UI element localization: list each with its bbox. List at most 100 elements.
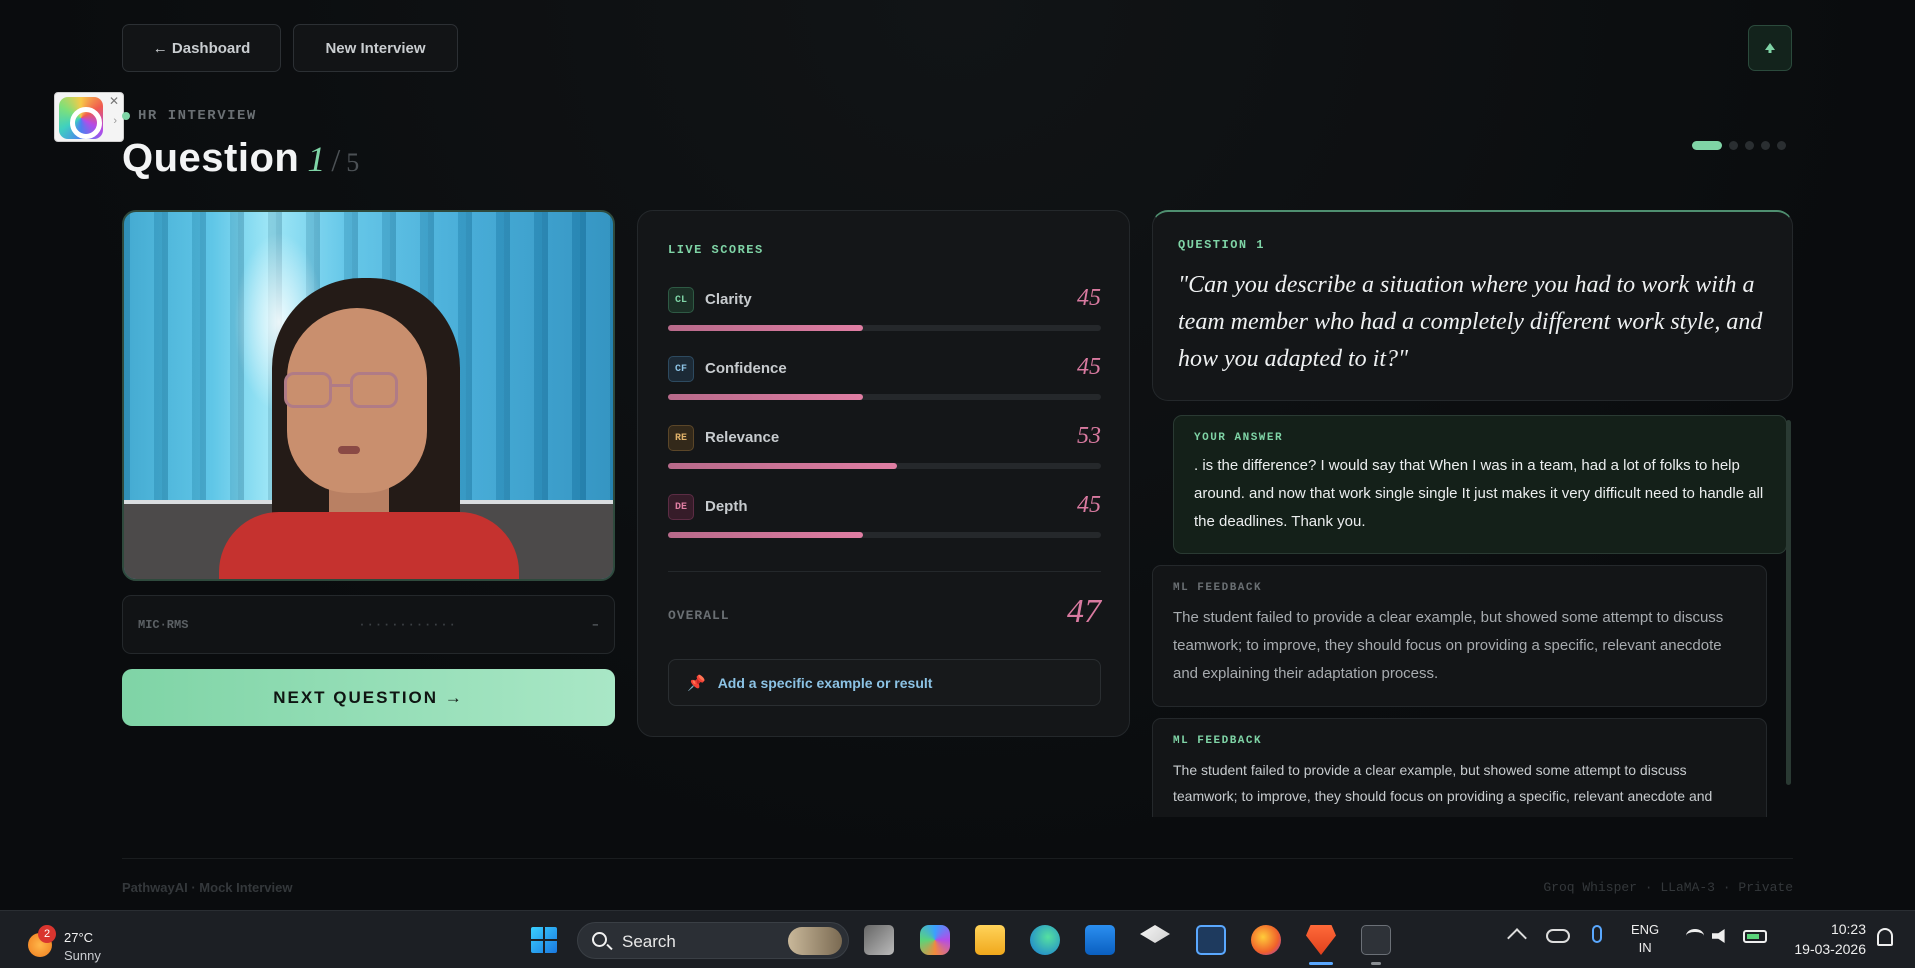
webcam-preview <box>122 210 615 581</box>
microsoft-store-icon[interactable] <box>1085 925 1115 955</box>
title-slash: / <box>331 142 341 178</box>
clock-time: 10:23 <box>1830 921 1866 937</box>
title-word: Question <box>122 136 300 180</box>
footer-tech: Groq Whisper · LLaMA-3 · Private <box>1543 880 1793 895</box>
mic-meter-bar: ············ <box>358 617 457 632</box>
score-value: 53 <box>1077 423 1101 449</box>
search-label: Search <box>622 932 676 951</box>
chevron-right-icon[interactable]: › <box>113 115 117 127</box>
search-highlight-image <box>788 927 842 955</box>
interview-type-label: HR INTERVIEW <box>122 108 257 124</box>
region-code: IN <box>1638 940 1652 955</box>
arrow-up-icon <box>1765 43 1775 53</box>
temperature: 27°C <box>64 930 94 945</box>
pin-icon: 📌 <box>687 674 706 692</box>
interview-app: ← Dashboard New Interview ✕ › HR INTERVI… <box>0 0 1915 910</box>
score-name: Depth <box>705 498 748 515</box>
score-track <box>668 394 1101 400</box>
answer-feedback-feed[interactable]: YOUR ANSWER . is the difference? I would… <box>1152 415 1788 817</box>
language-code: ENG <box>1631 922 1660 937</box>
improvement-tip: 📌 Add a specific example or result <box>668 659 1101 706</box>
notification-bell-icon[interactable] <box>1877 928 1893 946</box>
score-fill <box>668 325 863 331</box>
new-interview-button[interactable]: New Interview <box>293 24 458 72</box>
task-view-icon[interactable] <box>864 925 894 955</box>
feedback-text: The student failed to provide a clear ex… <box>1173 762 1713 817</box>
language-indicator[interactable]: ENG IN <box>1631 921 1659 957</box>
edge-browser-icon[interactable] <box>1030 925 1060 955</box>
copilot-icon[interactable] <box>920 925 950 955</box>
question-total: 5 <box>346 148 360 177</box>
next-question-button[interactable]: NEXT QUESTION → <box>122 669 615 726</box>
score-track <box>668 325 1101 331</box>
firefox-icon[interactable] <box>1251 925 1281 955</box>
floating-app-widget[interactable]: ✕ › <box>54 92 124 142</box>
windows-taskbar: 2 27°C Sunny Search ENG IN 10:23 19-03-2… <box>0 910 1915 968</box>
answer-text: . is the difference? I would say that Wh… <box>1194 457 1764 530</box>
tip-text: Add a specific example or result <box>717 674 933 691</box>
score-name: Confidence <box>705 360 787 377</box>
answer-card: YOUR ANSWER . is the difference? I would… <box>1173 415 1787 554</box>
live-scores-heading: LIVE SCORES <box>668 243 764 257</box>
system-clock[interactable]: 10:23 19-03-2026 <box>1788 919 1866 959</box>
footer-brand: PathwayAI · Mock Interview <box>122 880 293 895</box>
live-scores-panel: LIVE SCORES CL Clarity 45 CF Confidence 45 RE R… <box>637 210 1130 737</box>
score-track <box>668 532 1101 538</box>
progress-dot <box>1777 141 1786 150</box>
mic-label: MIC·RMS <box>138 617 189 632</box>
microphone-icon[interactable] <box>1592 925 1602 943</box>
score-row-relevance: RE Relevance 53 <box>668 423 1101 475</box>
question-current: 1 <box>307 139 326 179</box>
score-name: Relevance <box>705 429 780 446</box>
score-badge: CL <box>668 287 694 313</box>
close-icon[interactable]: ✕ <box>109 94 119 108</box>
interview-type-text: HR INTERVIEW <box>138 108 257 124</box>
active-app-indicator <box>1309 962 1333 965</box>
dropbox-icon[interactable] <box>1140 925 1170 943</box>
overall-score: 47 <box>1067 593 1101 630</box>
feedback-label: ML FEEDBACK <box>1173 735 1263 747</box>
feed-scrollbar[interactable] <box>1786 420 1791 785</box>
status-dot-icon <box>122 112 130 120</box>
app-logo-icon <box>59 97 103 139</box>
feedback-text: The student failed to provide a clear ex… <box>1173 609 1724 682</box>
volume-icon[interactable] <box>1712 929 1725 943</box>
score-fill <box>668 532 863 538</box>
progress-dot <box>1761 141 1770 150</box>
taskbar-search[interactable]: Search <box>577 922 849 959</box>
score-fill <box>668 394 863 400</box>
score-badge: RE <box>668 425 694 451</box>
mic-value: – <box>591 617 599 632</box>
scroll-top-button[interactable] <box>1748 25 1792 71</box>
score-row-depth: DE Depth 45 <box>668 492 1101 544</box>
mic-level-meter: MIC·RMS ············ – <box>122 595 615 654</box>
clock-date: 19-03-2026 <box>1794 941 1866 957</box>
feedback-label: ML FEEDBACK <box>1173 582 1263 594</box>
chevron-up-icon[interactable] <box>1507 928 1527 948</box>
code-editor-icon[interactable] <box>1196 925 1226 955</box>
battery-icon[interactable] <box>1743 930 1767 943</box>
score-badge: DE <box>668 494 694 520</box>
cloud-off-icon[interactable] <box>1546 929 1570 943</box>
wifi-icon[interactable] <box>1686 929 1704 943</box>
brave-browser-icon[interactable] <box>1306 925 1336 955</box>
score-row-confidence: CF Confidence 45 <box>668 354 1101 406</box>
windows-start-icon[interactable] <box>529 925 559 955</box>
score-badge: CF <box>668 356 694 382</box>
progress-dot <box>1692 141 1722 150</box>
weather-condition: Sunny <box>64 948 101 963</box>
question-card: QUESTION 1 "Can you describe a situation… <box>1152 210 1793 401</box>
question-text: "Can you describe a situation where you … <box>1178 272 1763 372</box>
terminal-icon[interactable] <box>1361 925 1391 955</box>
back-to-dashboard-button[interactable]: ← Dashboard <box>122 24 281 72</box>
score-track <box>668 463 1101 469</box>
weather-widget[interactable]: 2 27°C Sunny <box>24 921 114 963</box>
progress-dot <box>1729 141 1738 150</box>
question-progress <box>1692 141 1786 150</box>
page-title: Question 1 / 5 <box>122 136 359 181</box>
question-label: QUESTION 1 <box>1178 238 1266 252</box>
score-row-clarity: CL Clarity 45 <box>668 285 1101 337</box>
running-app-indicator <box>1371 962 1381 965</box>
file-explorer-icon[interactable] <box>975 925 1005 955</box>
overall-label: OVERALL <box>668 608 730 623</box>
